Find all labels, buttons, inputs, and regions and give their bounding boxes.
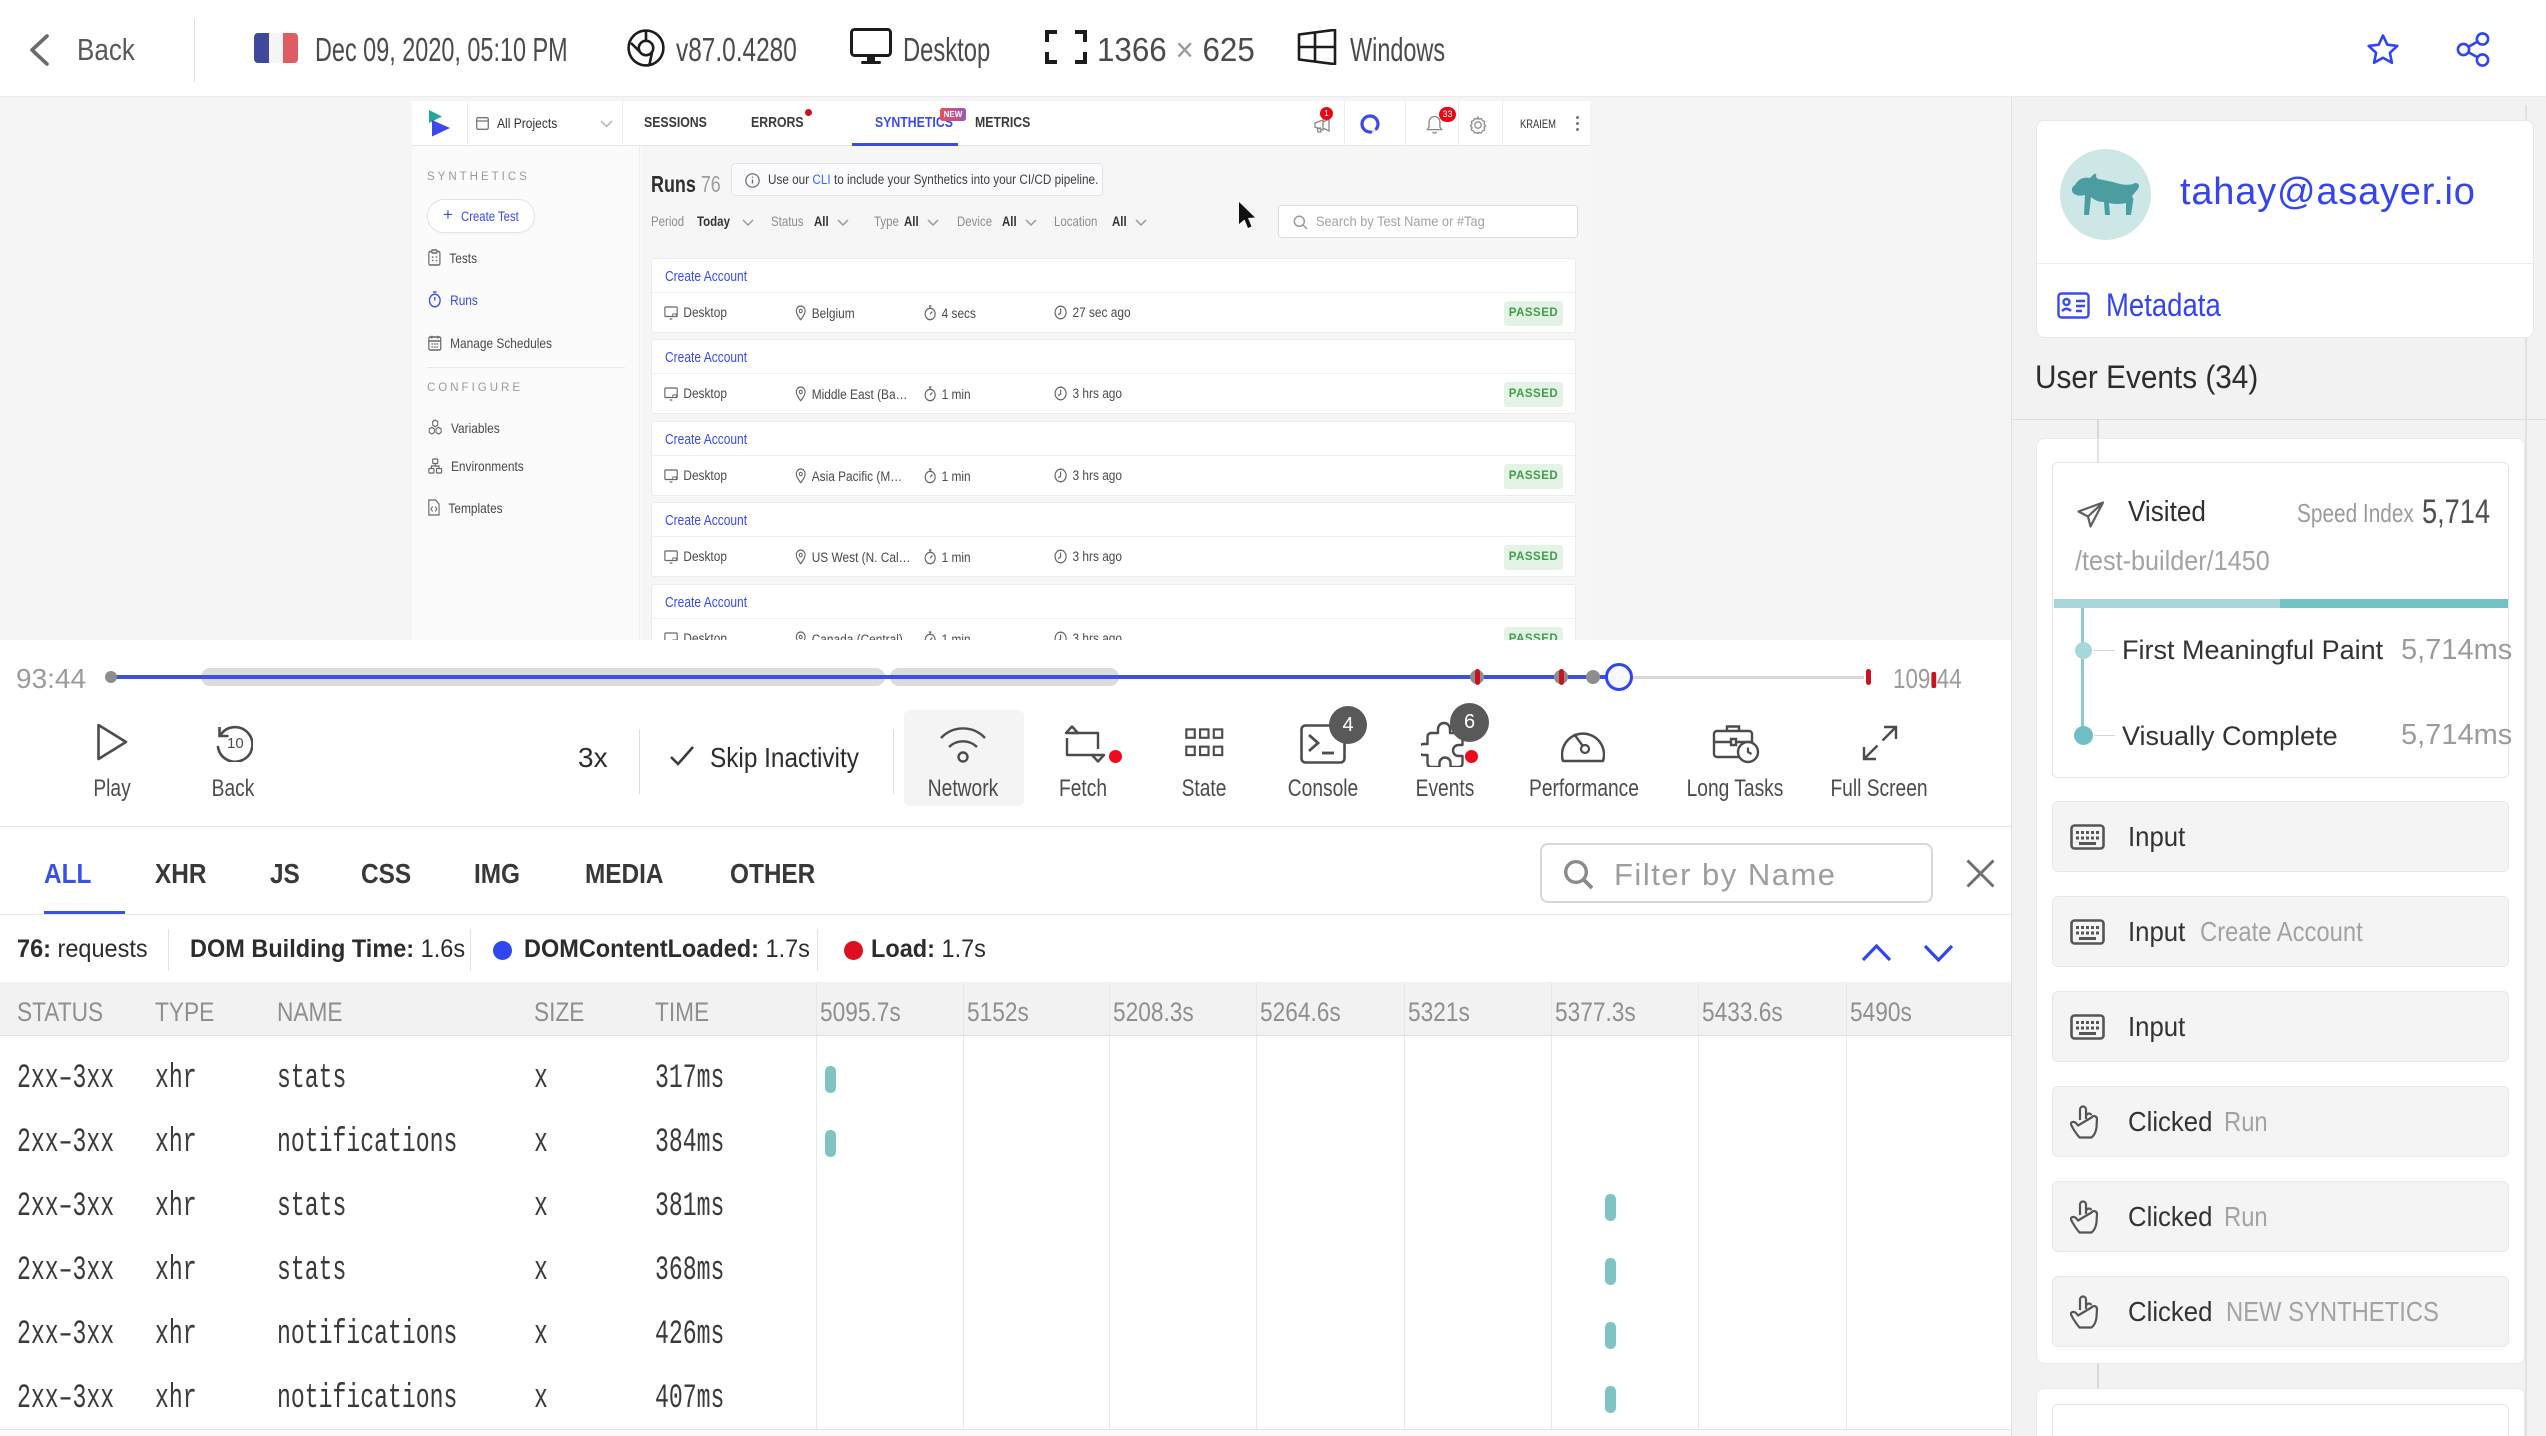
- svg-text:10: 10: [227, 735, 244, 752]
